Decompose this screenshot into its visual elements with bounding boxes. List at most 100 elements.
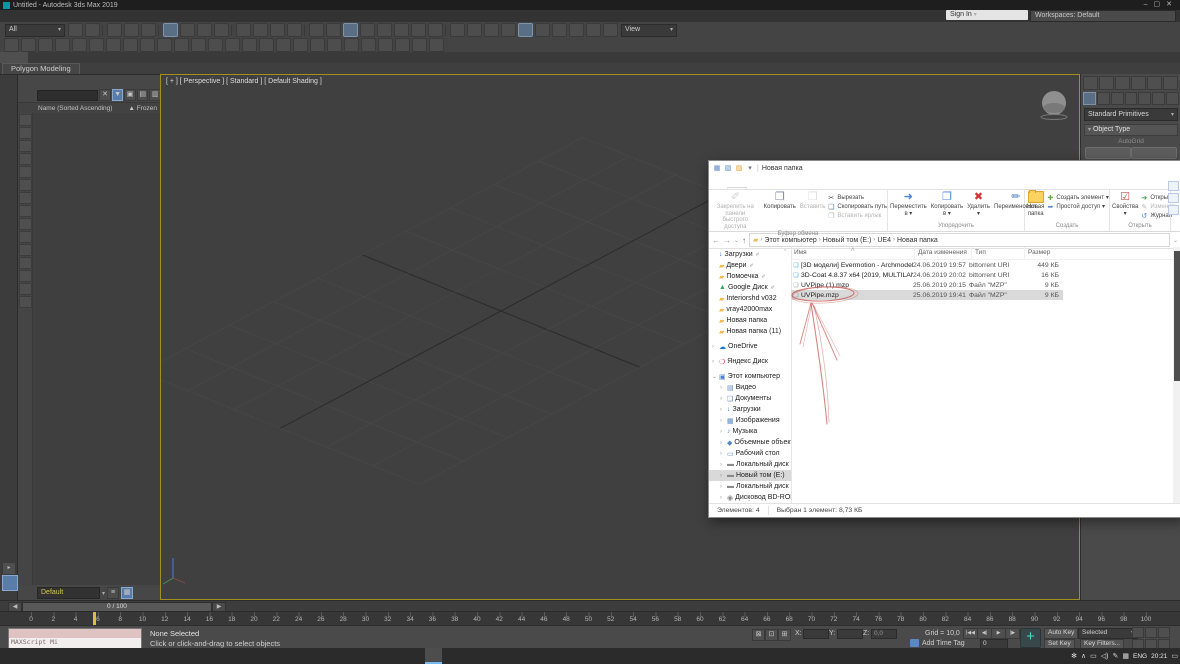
primitives-dropdown[interactable]: Standard Primitives▾ <box>1084 108 1178 121</box>
set-keys-button[interactable]: + <box>1020 628 1041 648</box>
viewport-layout-thumbnail[interactable] <box>2 575 18 591</box>
add-time-tag[interactable]: Add Time Tag <box>922 640 965 647</box>
tray-display-icon[interactable]: ▭ <box>1090 652 1097 660</box>
motion-tab-icon[interactable] <box>1131 76 1146 90</box>
task-view-icon[interactable] <box>34 648 51 664</box>
clear-search-icon[interactable]: ✕ <box>99 89 111 101</box>
display-spacewarps-icon[interactable] <box>19 192 32 204</box>
nav-item[interactable]: › ❏ Документы <box>709 393 791 404</box>
address-dropdown-icon[interactable]: ⌄ <box>1173 237 1178 244</box>
scene-explorer-preset-dropdown[interactable]: Default <box>37 587 100 599</box>
grid-helper-icon[interactable] <box>72 38 87 52</box>
tray-keyboard-icon[interactable]: ▦ <box>1122 652 1129 660</box>
layout-view-icon[interactable] <box>1168 205 1179 215</box>
display-shapes-icon[interactable] <box>19 140 32 152</box>
nav-item[interactable]: ▰ Двери ✐ <box>709 260 791 271</box>
scene-explorer-list[interactable] <box>18 113 161 585</box>
primitive-button[interactable] <box>1131 147 1177 159</box>
select-placement-icon[interactable] <box>287 23 302 37</box>
app-orange-icon[interactable] <box>221 648 238 664</box>
go-to-start-icon[interactable]: |◀◀ <box>963 628 978 639</box>
app-blue-icon[interactable] <box>323 648 340 664</box>
expand-chevron-icon[interactable]: › <box>720 440 725 446</box>
app-monitor-icon[interactable] <box>51 648 68 664</box>
qa-properties-icon[interactable]: ▧ <box>724 165 732 173</box>
clock[interactable]: 20:21 <box>1151 653 1167 660</box>
atom-icon[interactable] <box>310 38 325 52</box>
app-3dsmax-icon[interactable] <box>425 648 442 664</box>
tray-pen-icon[interactable]: ✎ <box>1113 652 1119 660</box>
teal-sphere-icon[interactable] <box>327 38 342 52</box>
window-crossing-icon[interactable] <box>214 23 229 37</box>
modify-tab-icon[interactable] <box>1099 76 1114 90</box>
separator[interactable] <box>102 25 105 36</box>
move-to-button[interactable]: ➜ Переместитьв ▾ <box>888 191 929 217</box>
zoom-extents-icon[interactable] <box>1158 627 1170 638</box>
selection-filter-dropdown[interactable]: All▾ <box>5 24 65 37</box>
maxscript-mini-listener[interactable]: MAXScript Mi <box>8 628 142 649</box>
polygon-modeling-tab[interactable]: Polygon Modeling <box>2 63 80 74</box>
nav-item[interactable]: ↓ Загрузки ✐ <box>709 249 791 260</box>
tray-volume-icon[interactable]: ◁) <box>1101 652 1109 660</box>
expand-chevron-icon[interactable]: › <box>720 484 725 490</box>
nav-item[interactable]: › ♪ Музыка <box>709 426 791 437</box>
nav-item[interactable]: › ▬ Локальный диск (D:) <box>709 481 791 492</box>
bind-space-warp-icon[interactable] <box>141 23 156 37</box>
display-groups-icon[interactable] <box>19 205 32 217</box>
gem-primitive-icon[interactable] <box>208 38 223 52</box>
percent-snap-icon[interactable] <box>394 23 409 37</box>
display-lights-icon[interactable] <box>19 153 32 165</box>
app-record-icon[interactable] <box>153 648 170 664</box>
hierarchy-tab-icon[interactable] <box>1115 76 1130 90</box>
display-layers-icon[interactable] <box>19 270 32 282</box>
app-red-icon[interactable] <box>272 648 289 664</box>
absolute-mode-icon[interactable]: ⊞ <box>778 629 791 641</box>
app-discord-icon[interactable] <box>170 648 187 664</box>
isolate-selection-icon[interactable] <box>450 23 465 37</box>
nav-item[interactable]: › ▬ Новый том (E:) <box>709 470 791 481</box>
display-geometry-icon[interactable] <box>19 127 32 139</box>
nav-scroll-up-icon[interactable]: ⌃ <box>783 249 787 255</box>
key-mode-dropdown[interactable]: Selected▾ <box>1078 628 1138 639</box>
cameras-category-icon[interactable] <box>1125 92 1138 105</box>
nav-item[interactable]: › ▦ Изображения <box>709 415 791 426</box>
open-in-viewport-icon[interactable] <box>603 23 618 37</box>
pin-to-quick-access-button[interactable]: ✐ Закрепить на панелибыстрого доступа <box>709 191 762 230</box>
material-editor-icon[interactable] <box>518 23 533 37</box>
select-move-icon[interactable] <box>236 23 251 37</box>
nav-item[interactable]: ▰ Interiorshd v032 <box>709 293 791 304</box>
display-helpers-icon[interactable] <box>19 179 32 191</box>
selection-lock-icon[interactable]: ⊡ <box>765 629 778 641</box>
qa-customize-icon[interactable]: ▾ <box>746 165 754 173</box>
zoom-icon[interactable] <box>1132 627 1144 638</box>
display-tab-icon[interactable] <box>1147 76 1162 90</box>
start-button[interactable] <box>0 648 17 664</box>
ribbon-tab[interactable] <box>56 52 84 63</box>
file-row[interactable]: ❏ 3D-Coat 4.8.37 x64 [2019, MULTILANG + … <box>791 270 1063 280</box>
select-and-link-icon[interactable] <box>107 23 122 37</box>
rendered-frame-icon[interactable] <box>552 23 567 37</box>
brown-sphere-icon[interactable] <box>378 38 393 52</box>
scene-explorer-search-input[interactable] <box>37 90 98 101</box>
column-header-date[interactable]: Дата изменения <box>915 247 972 259</box>
display-bones-icon[interactable] <box>19 231 32 243</box>
flower-icon[interactable] <box>344 38 359 52</box>
layer-grid-icon[interactable] <box>38 38 53 52</box>
geometry-category-icon[interactable] <box>1083 92 1096 105</box>
sort-icon[interactable] <box>19 283 32 295</box>
app-flame-icon[interactable] <box>357 648 374 664</box>
tools-icon[interactable] <box>89 38 104 52</box>
notification-center-icon[interactable]: ▭ <box>1171 652 1178 660</box>
paste-button[interactable]: ❒ Вставить <box>798 191 827 211</box>
nav-item[interactable]: › ▬ Локальный диск (C:) <box>709 459 791 470</box>
nav-item[interactable]: ▰ Помоечка ✐ <box>709 271 791 282</box>
mirror-icon[interactable] <box>309 23 324 37</box>
y-field[interactable] <box>837 629 863 639</box>
new-item-button[interactable]: ✚Создать элемент ▾ <box>1046 193 1108 202</box>
list-options-icon[interactable]: ≡ <box>107 587 119 599</box>
nav-item[interactable]: › ↓ Загрузки <box>709 404 791 415</box>
separator[interactable] <box>304 25 307 36</box>
viewport-label[interactable]: [ + ] [ Perspective ] [ Standard ] [ Def… <box>166 78 322 85</box>
helpers-category-icon[interactable] <box>1138 92 1151 105</box>
layout-view-icon[interactable] <box>1168 181 1179 191</box>
